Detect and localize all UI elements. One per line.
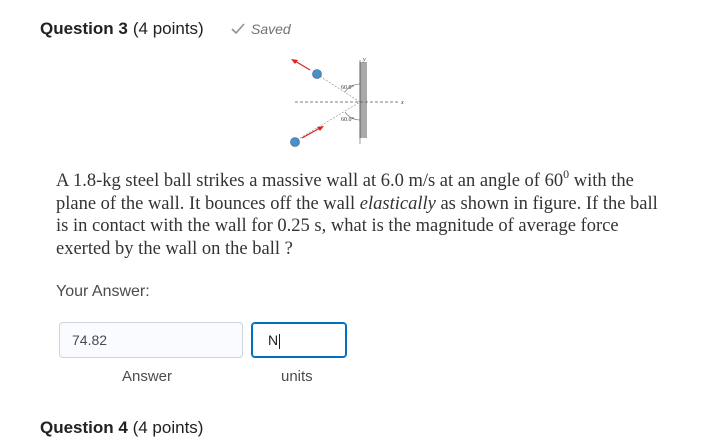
wall [360, 62, 367, 138]
x-axis-label: x [400, 100, 404, 106]
answer-input[interactable]: 74.82 [59, 322, 243, 358]
saved-status: Saved [231, 21, 291, 37]
angle-label-top: 60.0° [341, 84, 355, 91]
units-input[interactable]: N [251, 322, 347, 358]
emphasis-text: elastically [359, 193, 436, 214]
answer-value: 74.82 [72, 332, 108, 348]
your-answer-label: Your Answer: [56, 283, 150, 300]
checkmark-icon [231, 23, 245, 35]
question-text-part: A 1.8-kg steel ball strikes a massive wa… [56, 171, 564, 191]
ball-outgoing [312, 69, 322, 79]
question-figure: y x 60.0° 60.0° [290, 57, 404, 147]
y-axis-label: y [362, 57, 366, 63]
question-header: Question 3 (4 points) [40, 19, 204, 39]
text-caret [279, 333, 281, 349]
question-text: A 1.8-kg steel ball strikes a massive wa… [56, 168, 666, 260]
units-field-label: units [281, 368, 313, 385]
saved-label: Saved [251, 21, 291, 37]
ball-incoming [290, 137, 300, 147]
next-question-title: Question 4 [40, 418, 128, 437]
question-points: (4 points) [132, 19, 204, 38]
units-value: N [268, 332, 279, 348]
next-question-header: Question 4 (4 points) [40, 418, 203, 438]
question-title: Question 3 [40, 19, 128, 38]
angle-label-bottom: 60.0° [341, 116, 355, 123]
answer-field-label: Answer [122, 368, 173, 385]
next-question-points: (4 points) [132, 418, 204, 437]
